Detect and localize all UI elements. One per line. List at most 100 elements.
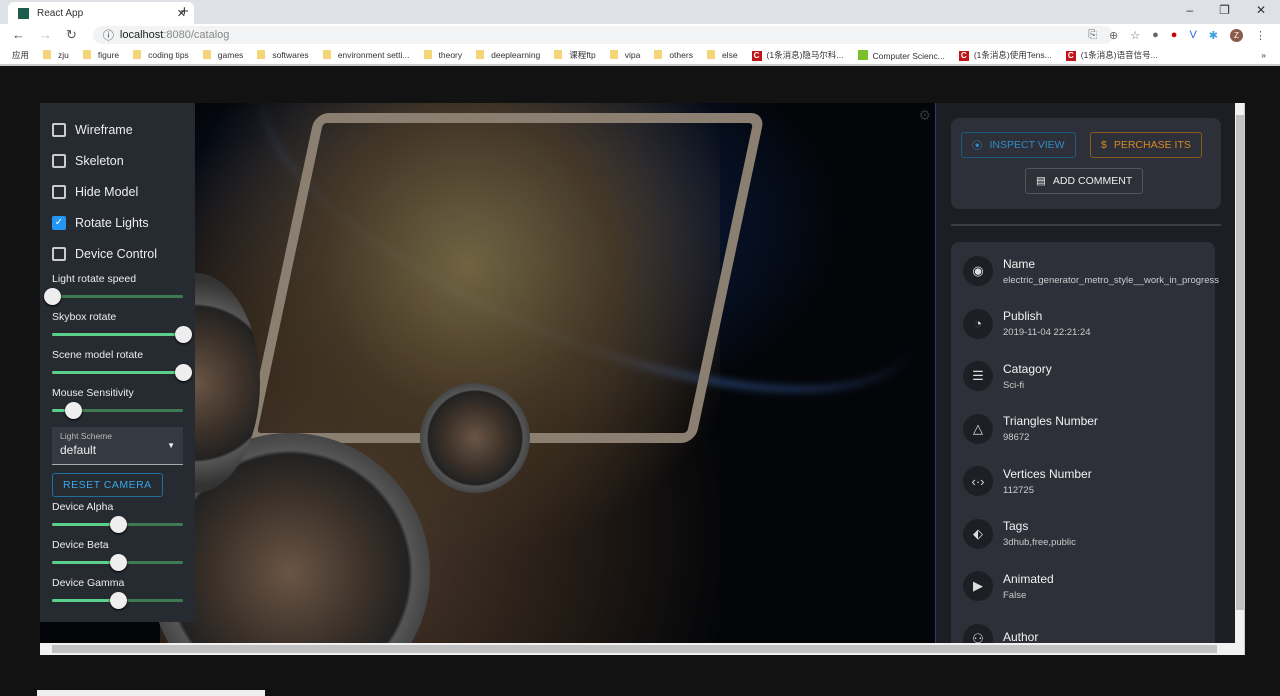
people-icon: ⚇: [963, 623, 993, 643]
slider-thumb[interactable]: [109, 592, 127, 609]
address-bar: ← → ↻ ⓘ localhost:8080/catalog ⎘ ⊕ ☆ ● ● V ✱ Z ⋮: [0, 24, 1280, 46]
slider-device-alpha[interactable]: [52, 513, 183, 535]
checkbox-icon[interactable]: [52, 184, 66, 199]
extension-v-icon[interactable]: V: [1189, 29, 1196, 41]
bookmark-item[interactable]: games: [203, 50, 244, 60]
tag-icon: ⬖: [963, 518, 993, 549]
comment-label: ADD COMMENT: [1052, 175, 1133, 187]
inspect-view-button[interactable]: ⦿ INSPECT VIEW: [961, 132, 1076, 158]
checkbox-label: Wireframe: [75, 122, 133, 137]
adblock-icon[interactable]: ●: [1171, 29, 1178, 41]
info-title: Vertices Number: [1003, 466, 1092, 481]
browser-tab[interactable]: React App ✕: [8, 2, 194, 24]
bookmark-item[interactable]: environment setti...: [323, 50, 410, 60]
slider-label: Device Gamma: [52, 577, 125, 589]
app-stage: ⚙ Wireframe Skeleton Hide Model ✓ Rotate Lig…: [40, 103, 1245, 655]
apps-bookmark[interactable]: 应用: [12, 49, 29, 61]
dollar-icon: $: [1101, 139, 1107, 151]
menu-icon[interactable]: ⋮: [1255, 29, 1266, 42]
slider-thumb[interactable]: [64, 402, 82, 419]
slider-light-rotate-speed[interactable]: [44, 285, 183, 307]
bookmark-item[interactable]: others: [654, 50, 693, 60]
clock-icon: ◔: [963, 308, 993, 339]
info-title: Animated: [1003, 571, 1054, 586]
favicon-icon: [18, 7, 29, 19]
horizontal-scrollbar[interactable]: [40, 643, 1244, 655]
settings-gear-icon[interactable]: ⚙: [918, 107, 931, 124]
slider-thumb[interactable]: [175, 326, 192, 343]
checkbox-hide-model[interactable]: Hide Model: [52, 176, 183, 207]
info-row-animated: ▶ Animated False: [963, 571, 1054, 601]
forward-icon[interactable]: →: [39, 27, 52, 43]
purchase-button[interactable]: $ PERCHASE ITS: [1090, 132, 1202, 158]
slider-device-gamma[interactable]: [52, 589, 183, 611]
taskbar-item: [37, 690, 265, 696]
star-icon[interactable]: ☆: [1130, 29, 1140, 42]
url-input[interactable]: ⓘ localhost:8080/catalog: [92, 26, 1113, 44]
checkbox-label: Skeleton: [75, 153, 124, 168]
checkbox-label: Device Control: [75, 246, 157, 261]
checkbox-icon[interactable]: [52, 122, 66, 137]
restore-icon[interactable]: ❐: [1219, 3, 1230, 17]
bookmark-item[interactable]: coding tips: [133, 50, 189, 60]
bookmark-item[interactable]: Computer Scienc...: [858, 50, 945, 61]
bookmark-item[interactable]: figure: [83, 50, 119, 60]
new-tab-button[interactable]: +: [180, 3, 189, 20]
translate-icon[interactable]: ⎘: [1088, 29, 1097, 42]
checkbox-rotate-lights[interactable]: ✓ Rotate Lights: [52, 207, 183, 238]
minimize-icon[interactable]: –: [1186, 3, 1193, 17]
zoom-icon[interactable]: ⊕: [1109, 29, 1118, 42]
slider-thumb[interactable]: [175, 364, 192, 381]
more-bookmarks-icon[interactable]: »: [1261, 50, 1266, 60]
code-icon: ‹·›: [963, 466, 993, 496]
checkbox-skeleton[interactable]: Skeleton: [52, 145, 183, 176]
bookmark-item[interactable]: 课程ftp: [554, 49, 595, 61]
bookmark-item[interactable]: softwares: [257, 50, 308, 60]
add-comment-button[interactable]: ▤ ADD COMMENT: [1025, 168, 1144, 194]
bookmark-item[interactable]: (1条消息)语音信号...: [1066, 49, 1158, 61]
extension-icon[interactable]: ●: [1152, 29, 1159, 41]
slider-thumb[interactable]: [109, 554, 127, 571]
info-row-triangles-number: △ Triangles Number 98672: [963, 413, 1098, 444]
reset-camera-button[interactable]: RESET CAMERA: [52, 473, 163, 497]
slider-label: Mouse Sensitivity: [52, 387, 134, 399]
slider-label: Device Alpha: [52, 501, 114, 513]
bookmark-item[interactable]: (1条消息)使用Tens...: [959, 49, 1052, 61]
close-window-icon[interactable]: ✕: [1256, 3, 1266, 17]
checkbox-device-control[interactable]: Device Control: [52, 238, 183, 269]
info-value: 98672: [1003, 432, 1030, 443]
slider-scene-model-rotate[interactable]: [52, 361, 192, 383]
slider-skybox-rotate[interactable]: [52, 323, 192, 345]
back-icon[interactable]: ←: [12, 27, 25, 43]
bookmark-item[interactable]: else: [707, 50, 738, 60]
slider-mouse-sensitivity[interactable]: [52, 399, 183, 421]
model-info-card: ◉ Name electric_generator_metro_style__wor…: [951, 242, 1219, 644]
vertical-scrollbar[interactable]: [1235, 103, 1244, 643]
info-title: Catagory: [1003, 361, 1052, 376]
info-value: False: [1003, 589, 1027, 601]
actions-card: ⦿ INSPECT VIEW $ PERCHASE ITS ▤ ADD COMMENT: [951, 118, 1221, 209]
bookmark-item[interactable]: theory: [424, 50, 463, 60]
profile-avatar[interactable]: Z: [1230, 28, 1243, 42]
info-title: Author: [1003, 629, 1039, 644]
bookmark-item[interactable]: zju: [43, 50, 69, 60]
light-scheme-select[interactable]: Light Scheme default ▼: [52, 427, 183, 465]
triangle-icon: △: [963, 413, 993, 444]
slider-device-beta[interactable]: [52, 551, 183, 573]
info-title: Publish: [1003, 309, 1043, 323]
bookmark-item[interactable]: deeplearning: [476, 50, 540, 60]
info-title: Triangles Number: [1003, 414, 1098, 428]
checkbox-icon[interactable]: ✓: [52, 215, 66, 230]
checkbox-wireframe[interactable]: Wireframe: [52, 114, 183, 145]
slider-label: Light rotate speed: [52, 273, 137, 285]
inspect-icon: ⦿: [972, 139, 983, 152]
checkbox-icon[interactable]: [52, 153, 66, 168]
extension-star-icon[interactable]: ✱: [1209, 29, 1218, 42]
slider-thumb[interactable]: [109, 516, 127, 533]
bookmark-item[interactable]: vipa: [610, 50, 641, 60]
bookmark-item[interactable]: (1条消息)隐马尔科...: [752, 49, 844, 61]
divider: [951, 224, 1221, 226]
reload-icon[interactable]: ↻: [66, 27, 77, 43]
checkbox-icon[interactable]: [52, 246, 66, 261]
slider-thumb[interactable]: [44, 288, 61, 305]
